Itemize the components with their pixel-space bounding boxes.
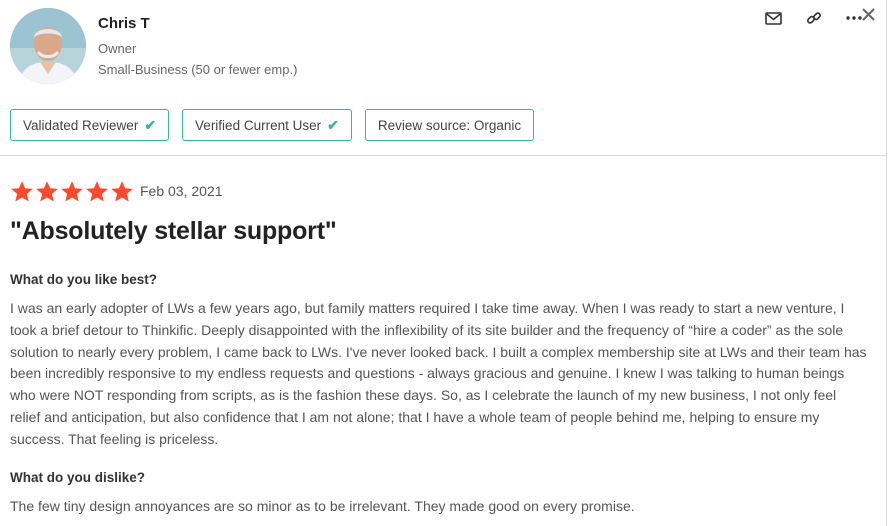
badge-label: Validated Reviewer [23,117,139,133]
company-size: Small-Business (50 or fewer emp.) [98,62,298,77]
check-icon: ✔ [144,116,157,133]
divider [0,155,886,156]
badge-verified-current-user[interactable]: Verified Current User ✔ [182,109,352,141]
question-like-best: What do you like best? [10,272,158,287]
star-icon [61,181,83,202]
review-title: "Absolutely stellar support" [10,217,337,245]
answer-dislike: The few tiny design annoyances are so mi… [10,498,635,514]
mail-icon[interactable] [760,6,786,30]
review-card: Chris T Owner Small-Business (50 or fewe… [0,0,887,526]
question-dislike: What do you dislike? [10,470,146,485]
link-icon[interactable] [802,6,826,30]
star-icon [86,181,108,202]
avatar[interactable] [10,8,86,84]
close-icon[interactable] [860,2,876,26]
badge-label: Verified Current User [195,117,322,133]
review-date: Feb 03, 2021 [140,183,223,199]
check-icon: ✔ [327,116,339,133]
star-rating [10,180,134,204]
reviewer-name: Chris T [98,15,150,32]
reviewer-badges: Validated Reviewer ✔ Verified Current Us… [10,109,535,141]
badge-validated-reviewer[interactable]: Validated Reviewer ✔ [10,109,170,141]
answer-like-best: I was an early adopter of LWs a few year… [10,300,867,447]
star-icon [36,181,58,202]
star-icon [111,181,133,202]
reviewer-role: Owner [98,41,137,56]
badge-label: Review source: Organic [377,117,522,133]
star-icon [11,181,33,202]
badge-review-source[interactable]: Review source: Organic [364,109,535,141]
